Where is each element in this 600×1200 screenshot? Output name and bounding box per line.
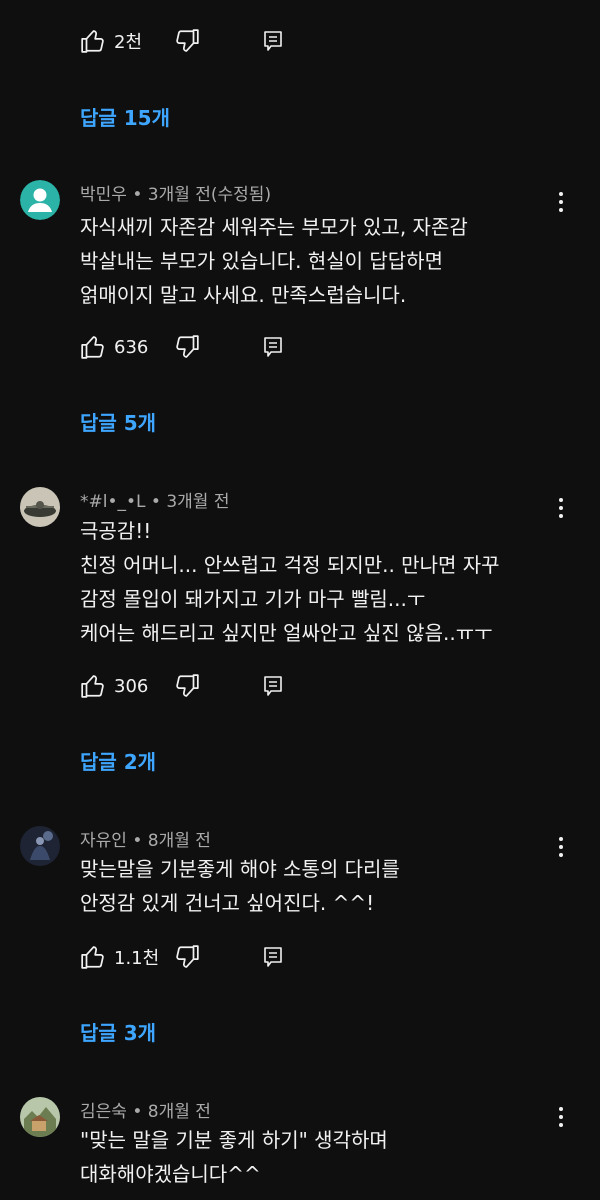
- view-replies-link[interactable]: 답글 5개: [80, 407, 156, 436]
- view-replies-link[interactable]: 답글 3개: [80, 1017, 156, 1046]
- dislike-button[interactable]: [174, 944, 200, 970]
- comment-line: 친정 어머니... 안쓰럽고 걱정 되지만.. 만나면 자꾸: [80, 553, 500, 577]
- action-row: 306: [80, 671, 284, 701]
- comment-text: 자식새끼 자존감 세워주는 부모가 있고, 자존감 박살내는 부모가 있습니다.…: [80, 210, 468, 312]
- comment-line: 자식새끼 자존감 세워주는 부모가 있고, 자존감: [80, 215, 468, 239]
- more-options-button[interactable]: [548, 493, 574, 523]
- comment-line: "맞는 말을 기분 좋게 하기" 생각하며: [80, 1128, 388, 1152]
- like-button[interactable]: 306: [80, 673, 166, 699]
- like-count: 636: [114, 336, 149, 358]
- view-replies-link[interactable]: 답글 2개: [80, 746, 156, 775]
- reply-button[interactable]: [262, 335, 284, 359]
- thumb-down-icon: [176, 335, 199, 358]
- avatar[interactable]: [20, 1097, 60, 1137]
- action-row: 2천: [80, 26, 284, 56]
- comment-line: 맞는말을 기분좋게 해야 소통의 다리를: [80, 857, 400, 881]
- avatar[interactable]: [20, 180, 60, 220]
- comment-author-meta: 김은숙 • 8개월 전: [80, 1102, 211, 1122]
- thumb-up-icon: [81, 336, 104, 359]
- reply-button[interactable]: [262, 29, 284, 53]
- thumb-up-icon: [81, 30, 104, 53]
- like-count: 306: [114, 675, 149, 697]
- dislike-button[interactable]: [174, 334, 200, 360]
- avatar-photo: [20, 1097, 60, 1137]
- default-avatar-icon: [20, 180, 60, 220]
- comment-text: 맞는말을 기분좋게 해야 소통의 다리를 안정감 있게 건너고 싶어진다. ^^…: [80, 852, 400, 920]
- comment-line: 감정 몰입이 돼가지고 기가 마구 빨림...ㅜ: [80, 587, 426, 611]
- more-options-button[interactable]: [548, 832, 574, 862]
- comment-line: 박살내는 부모가 있습니다. 현실이 답답하면: [80, 249, 443, 273]
- thumb-down-icon: [176, 674, 199, 697]
- avatar-photo: [20, 826, 60, 866]
- dislike-button[interactable]: [174, 28, 200, 54]
- thumb-down-icon: [176, 29, 199, 52]
- action-row: 636: [80, 332, 284, 362]
- reply-button[interactable]: [262, 945, 284, 969]
- reply-icon: [264, 31, 282, 51]
- action-row: 1.1천: [80, 942, 284, 972]
- more-vert-icon: [559, 498, 563, 502]
- dislike-button[interactable]: [174, 673, 200, 699]
- like-count: 1.1천: [114, 948, 160, 969]
- reply-icon: [264, 337, 282, 357]
- more-vert-icon: [559, 837, 563, 841]
- thumb-up-icon: [81, 946, 104, 969]
- more-options-button[interactable]: [548, 187, 574, 217]
- comment-line: 케어는 해드리고 싶지만 얼싸안고 싶진 않음..ㅠㅜ: [80, 621, 493, 645]
- thumb-down-icon: [176, 945, 199, 968]
- more-vert-icon: [559, 192, 563, 196]
- view-replies-link[interactable]: 답글 15개: [80, 102, 170, 131]
- reply-icon: [264, 676, 282, 696]
- comment-text: "맞는 말을 기분 좋게 하기" 생각하며 대화해야겠습니다^^: [80, 1123, 388, 1191]
- comment-author-meta: 자유인 • 8개월 전: [80, 831, 211, 851]
- comment-author-meta: 박민우 • 3개월 전(수정됨): [80, 185, 272, 205]
- like-button[interactable]: 2천: [80, 28, 166, 54]
- more-options-button[interactable]: [548, 1102, 574, 1132]
- avatar-photo: [20, 487, 60, 527]
- comment-line: 극공감!!: [80, 519, 152, 543]
- comment-text: 극공감!! 친정 어머니... 안쓰럽고 걱정 되지만.. 만나면 자꾸 감정 …: [80, 514, 500, 650]
- comment-line: 대화해야겠습니다^^: [80, 1162, 261, 1186]
- comment-line: 안정감 있게 건너고 싶어진다. ^^!: [80, 891, 375, 915]
- avatar[interactable]: [20, 487, 60, 527]
- reply-button[interactable]: [262, 674, 284, 698]
- like-button[interactable]: 1.1천: [80, 944, 166, 970]
- reply-icon: [264, 947, 282, 967]
- like-count: 2천: [114, 32, 143, 53]
- like-button[interactable]: 636: [80, 334, 166, 360]
- thumb-up-icon: [81, 675, 104, 698]
- avatar[interactable]: [20, 826, 60, 866]
- comment-line: 얽매이지 말고 사세요. 만족스럽습니다.: [80, 283, 407, 307]
- more-vert-icon: [559, 1107, 563, 1111]
- comment-author-meta: *#l•_•L • 3개월 전: [80, 492, 230, 512]
